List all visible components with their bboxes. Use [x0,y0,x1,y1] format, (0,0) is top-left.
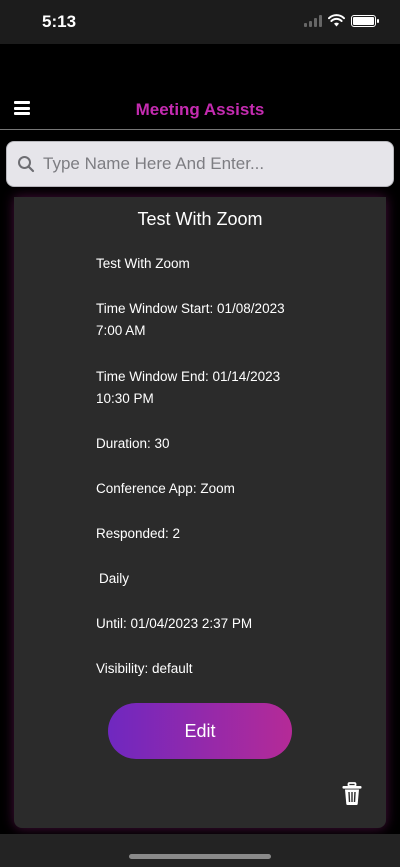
signal-icon [304,14,322,27]
status-time: 5:13 [42,12,77,31]
duration: Duration: 30 [96,436,170,451]
app-header: Meeting Assists [0,44,400,130]
wifi-icon [328,14,345,27]
time-window-end: Time Window End: 01/14/2023 10:30 PM [96,366,306,410]
meeting-summary: Test With Zoom [96,256,190,271]
bottom-bar [0,834,400,867]
time-window-start: Time Window Start: 01/08/2023 7:00 AM [96,298,306,342]
time-window-end-date: Time Window End: 01/14/2023 [96,369,281,384]
status-bar: 5:13 [0,0,400,44]
status-icons [304,14,379,27]
search-input[interactable] [43,142,383,186]
search-bar [0,131,400,197]
time-window-end-time: 10:30 PM [96,391,154,406]
battery-icon [351,14,379,27]
visibility: Visibility: default [96,661,193,676]
page-title: Meeting Assists [135,100,265,119]
search-icon [18,156,35,173]
edit-button[interactable]: Edit [108,703,292,759]
frequency: Daily [99,571,130,586]
time-window-start-time: 7:00 AM [96,323,146,338]
responded-count: Responded: 2 [96,526,181,541]
trash-icon[interactable] [341,782,363,806]
card-title: Test With Zoom [137,209,263,229]
time-window-start-date: Time Window Start: 01/08/2023 [96,301,285,316]
meeting-list: Test With Zoom Test With Zoom Time Windo… [0,197,400,834]
meeting-assist-card: Test With Zoom Test With Zoom Time Windo… [14,197,386,828]
home-indicator[interactable] [129,854,271,859]
until-date: Until: 01/04/2023 2:37 PM [96,616,253,631]
conference-app: Conference App: Zoom [96,481,235,496]
search-box[interactable] [6,141,394,187]
